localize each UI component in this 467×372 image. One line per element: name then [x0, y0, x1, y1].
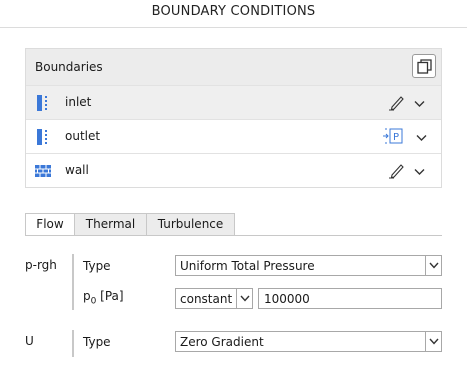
page-title: BOUNDARY CONDITIONS: [151, 4, 316, 19]
type-label: Type: [83, 335, 111, 349]
chevron-down-icon[interactable]: [425, 332, 442, 351]
boundary-row-wall[interactable]: wall: [26, 153, 441, 187]
p0-label: p0 [Pa]: [83, 289, 124, 306]
tab-thermal[interactable]: Thermal: [74, 213, 147, 236]
chevron-down-icon[interactable]: [414, 97, 425, 111]
copy-icon: [417, 59, 432, 74]
u-label: U: [25, 334, 34, 348]
boundary-row-inlet[interactable]: inlet: [26, 85, 441, 119]
chevron-down-icon[interactable]: [416, 131, 427, 145]
boundary-name: inlet: [65, 95, 92, 109]
chevron-down-icon[interactable]: [236, 289, 253, 308]
tab-divider: [25, 235, 442, 236]
select-value: Zero Gradient: [180, 335, 264, 349]
p0-value-input[interactable]: 100000: [258, 288, 442, 309]
group-divider: [72, 254, 74, 310]
edit-pencil-icon[interactable]: [388, 94, 406, 114]
boundaries-header: Boundaries: [26, 49, 441, 85]
p0-mode-select[interactable]: constant: [175, 288, 253, 309]
u-type-select[interactable]: Zero Gradient: [175, 331, 442, 352]
pressure-p-icon[interactable]: P: [382, 127, 404, 148]
wall-icon: [35, 165, 51, 180]
p0-label-main: p: [83, 289, 91, 303]
p0-label-unit: [Pa]: [96, 289, 124, 303]
boundary-name: wall: [65, 163, 89, 177]
chevron-down-icon[interactable]: [414, 165, 425, 179]
boundary-row-outlet[interactable]: outlet P: [26, 119, 441, 153]
p-rgh-type-select[interactable]: Uniform Total Pressure: [175, 255, 442, 276]
chevron-down-icon[interactable]: [425, 256, 442, 275]
copy-button[interactable]: [412, 54, 436, 78]
patch-icon: [36, 129, 50, 148]
tab-flow[interactable]: Flow: [25, 213, 75, 236]
svg-text:P: P: [393, 132, 399, 143]
tab-turbulence[interactable]: Turbulence: [146, 213, 235, 236]
select-value: Uniform Total Pressure: [180, 259, 315, 273]
title-divider: [0, 27, 467, 28]
patch-icon: [36, 95, 50, 114]
p-rgh-label: p-rgh: [25, 258, 57, 272]
select-value: constant: [180, 292, 233, 306]
boundaries-panel: Boundaries inlet outlet P wall: [25, 48, 442, 188]
boundaries-label: Boundaries: [35, 60, 103, 74]
input-value: 100000: [264, 292, 310, 306]
group-divider: [72, 330, 74, 357]
edit-pencil-icon[interactable]: [388, 162, 406, 182]
boundary-name: outlet: [65, 129, 101, 143]
type-label: Type: [83, 259, 111, 273]
